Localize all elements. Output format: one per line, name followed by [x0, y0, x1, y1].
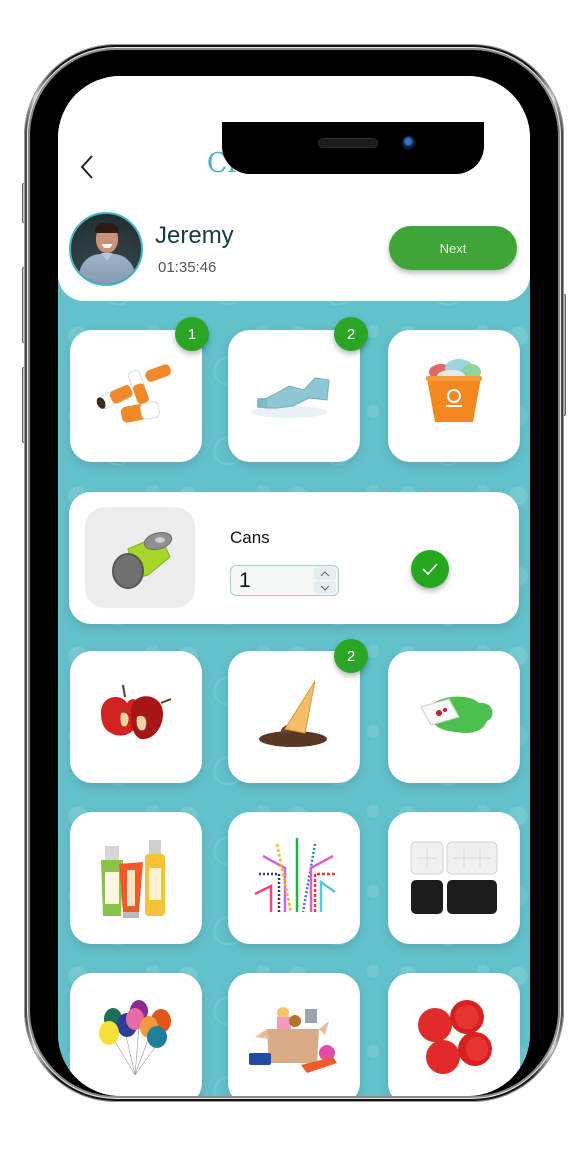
- item-tile-straws[interactable]: [228, 812, 360, 944]
- crushed-can-icon: [112, 531, 173, 589]
- cigarette-butts-icon: [96, 364, 171, 423]
- chevron-down-icon: [320, 585, 330, 591]
- item-tile-plastic-bin[interactable]: [388, 330, 520, 462]
- confirm-button[interactable]: [411, 550, 449, 588]
- bottle-caps-icon: [418, 1000, 492, 1074]
- foam-trays-icon: [410, 841, 498, 914]
- item-tile-ice-cream[interactable]: [228, 651, 360, 783]
- ice-cream-cone-icon: [259, 680, 327, 747]
- item-tile-toys[interactable]: [228, 973, 360, 1096]
- phone-notch: [222, 122, 484, 174]
- item-tile-balloons[interactable]: [70, 973, 202, 1096]
- item-tile-plastic-bottle[interactable]: [228, 330, 360, 462]
- selected-item-thumbnail: [85, 507, 195, 608]
- plastic-bag-icon: [420, 696, 493, 733]
- user-name: Jeremy: [155, 222, 234, 249]
- item-tile-bottle-caps[interactable]: [388, 973, 520, 1096]
- avatar[interactable]: [69, 212, 143, 286]
- app-screen: CleanBeach Jeremy 01:35:46 Next: [58, 76, 530, 1096]
- speaker-grille: [318, 138, 378, 148]
- front-camera: [402, 136, 416, 150]
- item-tile-cigarette-butts[interactable]: [70, 330, 202, 462]
- increment-button[interactable]: [314, 567, 336, 580]
- header-card: CleanBeach Jeremy 01:35:46 Next: [58, 76, 530, 301]
- balloons-icon: [99, 1000, 171, 1076]
- selected-item-card: Cans: [69, 492, 519, 624]
- plastic-recycling-bin-icon: [426, 359, 482, 422]
- apple-cores-icon: [101, 684, 172, 740]
- session-timer: 01:35:46: [158, 259, 217, 276]
- count-badge: 1: [175, 317, 209, 351]
- item-tile-plastic-bag[interactable]: [388, 651, 520, 783]
- selected-item-label: Cans: [230, 528, 270, 547]
- checkmark-icon: [422, 563, 438, 576]
- next-button[interactable]: Next: [389, 226, 517, 270]
- item-tile-foam-trays[interactable]: [388, 812, 520, 944]
- quantity-input[interactable]: [239, 569, 309, 593]
- cosmetic-bottles-icon: [101, 840, 165, 918]
- count-badge: 2: [334, 639, 368, 673]
- plastic-bottle-icon: [251, 377, 330, 418]
- chevron-up-icon: [320, 570, 330, 576]
- item-tile-food-waste[interactable]: [70, 651, 202, 783]
- toy-box-icon: [249, 1007, 337, 1073]
- quantity-stepper[interactable]: [230, 565, 339, 596]
- straws-icon: [254, 838, 336, 913]
- count-badge: 2: [334, 317, 368, 351]
- decrement-button[interactable]: [314, 581, 336, 594]
- item-tile-cosmetic-bottles[interactable]: [70, 812, 202, 944]
